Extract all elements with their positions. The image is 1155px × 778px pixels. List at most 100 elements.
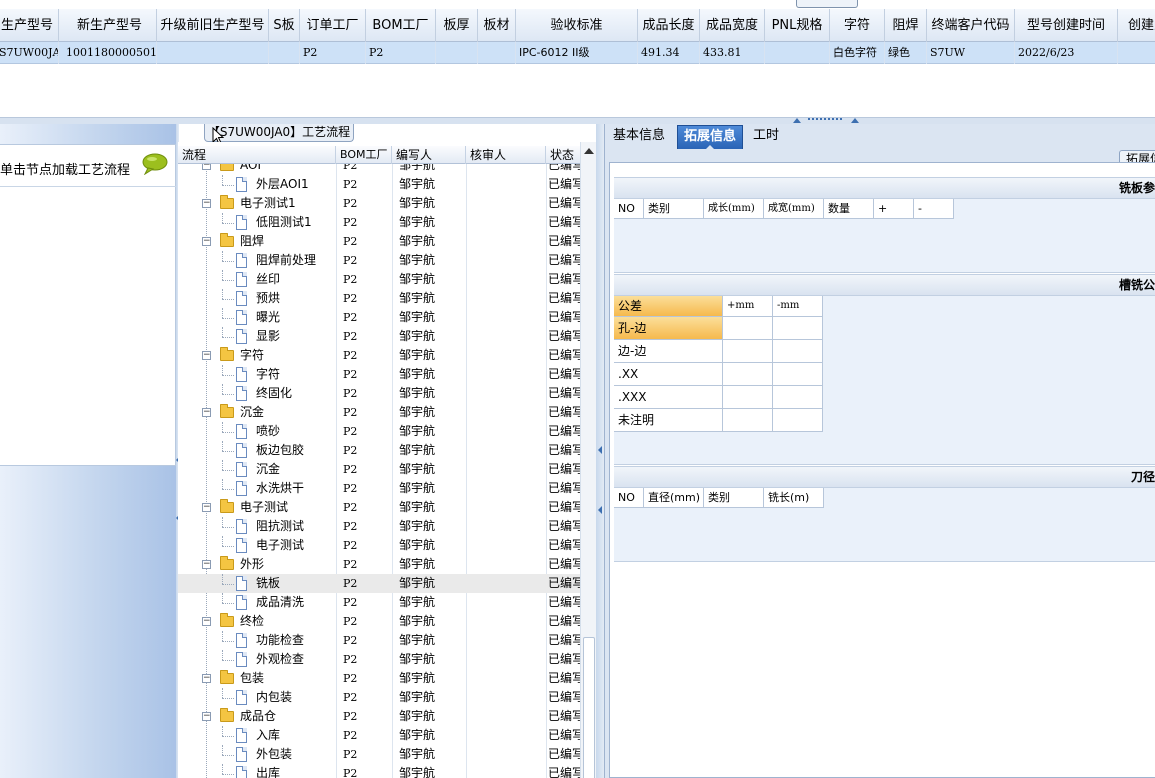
column-header-finished-length[interactable]: 成品长度: [638, 9, 700, 42]
cell-board-thickness[interactable]: [436, 42, 478, 64]
column-header-prod-model[interactable]: 生产型号: [0, 9, 59, 42]
tolerance-row-label[interactable]: 未注明: [614, 409, 723, 432]
tree-step-row[interactable]: 外层AOI1 P2 邹宇航 已编写: [178, 175, 580, 194]
tree-step-row[interactable]: 出库 P2 邹宇航 已编写: [178, 764, 580, 778]
column-header-pnl-spec[interactable]: PNL规格: [765, 9, 830, 42]
column-header-diameter[interactable]: 直径(mm): [644, 488, 704, 508]
cell-finished-width[interactable]: 433.81: [700, 42, 765, 64]
scrollbar-thumb[interactable]: [583, 637, 595, 778]
column-header-flow[interactable]: 流程: [178, 146, 336, 164]
column-header-category[interactable]: 类别: [704, 488, 764, 508]
column-header-acceptance-standard[interactable]: 验收标准: [516, 9, 638, 42]
tree-step-row[interactable]: 预烘 P2 邹宇航 已编写: [178, 289, 580, 308]
tree-group-row[interactable]: − 包装 P2 邹宇航 已编写: [178, 669, 580, 688]
cell-created-time[interactable]: 2022/6/23: [1015, 42, 1118, 64]
cell-new-prod-model[interactable]: 10011800005014: [63, 42, 157, 64]
tree-step-row[interactable]: 低阻测试1 P2 邹宇航 已编写: [178, 213, 580, 232]
collapse-icon[interactable]: −: [202, 674, 211, 683]
tab-basic-info[interactable]: 基本信息: [607, 125, 671, 149]
column-header-finished-width[interactable]: 成品宽度: [700, 9, 765, 42]
column-header-checker[interactable]: 核审人: [466, 146, 546, 164]
cell-prod-model[interactable]: S7UW00JA0: [0, 42, 59, 64]
tree-step-row[interactable]: 铣板 P2 邹宇航 已编写: [178, 574, 580, 593]
column-header-s-board[interactable]: S板: [269, 9, 300, 42]
column-header-minus[interactable]: -: [914, 199, 954, 219]
tree-step-row[interactable]: 板边包胶 P2 邹宇航 已编写: [178, 441, 580, 460]
collapse-icon[interactable]: −: [202, 560, 211, 569]
tolerance-minus-cell[interactable]: [773, 363, 823, 386]
splitter-grip[interactable]: [808, 118, 842, 120]
cell-old-prod-model[interactable]: [157, 42, 269, 64]
tree-step-row[interactable]: 电子测试 P2 邹宇航 已编写: [178, 536, 580, 555]
tree-step-row[interactable]: 沉金 P2 邹宇航 已编写: [178, 460, 580, 479]
column-header-order-factory[interactable]: 订单工厂: [300, 9, 366, 42]
cell-bom-factory[interactable]: P2: [366, 42, 436, 64]
tab-extended-info[interactable]: 拓展信息: [677, 125, 744, 150]
tree-step-row[interactable]: 外包装 P2 邹宇航 已编写: [178, 745, 580, 764]
tree-group-row[interactable]: − 成品仓 P2 邹宇航 已编写: [178, 707, 580, 726]
collapse-handle[interactable]: [796, 0, 858, 8]
tree-step-row[interactable]: 显影 P2 邹宇航 已编写: [178, 327, 580, 346]
collapse-icon[interactable]: −: [202, 503, 211, 512]
column-header-creator[interactable]: 创建人: [1118, 9, 1155, 42]
column-header-old-prod-model[interactable]: 升级前旧生产型号: [157, 9, 269, 42]
middle-splitter[interactable]: [596, 124, 604, 778]
tolerance-plus-cell[interactable]: [723, 386, 773, 409]
tree-group-row[interactable]: − 沉金 P2 邹宇航 已编写: [178, 403, 580, 422]
cell-acceptance-standard[interactable]: IPC-6012 II级: [516, 42, 638, 64]
column-header-solder-mask[interactable]: 阻焊: [885, 9, 927, 42]
cell-s-board[interactable]: [269, 42, 300, 64]
tolerance-minus-cell[interactable]: [773, 317, 823, 340]
tree-step-row[interactable]: 成品清洗 P2 邹宇航 已编写: [178, 593, 580, 612]
splitter-arrow-icon[interactable]: [598, 506, 602, 514]
column-header-plus[interactable]: +: [874, 199, 914, 219]
cell-legend[interactable]: 白色字符: [830, 42, 885, 64]
tree-group-row[interactable]: − 字符 P2 邹宇航 已编写: [178, 346, 580, 365]
tree-step-row[interactable]: 喷砂 P2 邹宇航 已编写: [178, 422, 580, 441]
tree-group-row[interactable]: − 终检 P2 邹宇航 已编写: [178, 612, 580, 631]
product-grid-selected-row[interactable]: S7UW00JA010011800005014P2P2IPC-6012 II级4…: [0, 42, 1155, 64]
cell-finished-length[interactable]: 491.34: [638, 42, 700, 64]
collapse-icon[interactable]: −: [202, 199, 211, 208]
tolerance-plus-cell[interactable]: [723, 317, 773, 340]
column-header-width[interactable]: 成宽(mm): [764, 199, 824, 219]
tree-group-row[interactable]: − 外形 P2 邹宇航 已编写: [178, 555, 580, 574]
tolerance-row-label[interactable]: 边-边: [614, 340, 723, 363]
splitter-arrow-icon[interactable]: [598, 446, 602, 454]
tolerance-row-label[interactable]: 孔-边: [614, 317, 723, 340]
tree-group-row[interactable]: − 电子测试1 P2 邹宇航 已编写: [178, 194, 580, 213]
tree-step-row[interactable]: 内包装 P2 邹宇航 已编写: [178, 688, 580, 707]
column-header-quantity[interactable]: 数量: [824, 199, 874, 219]
column-header-no[interactable]: NO: [614, 199, 644, 219]
column-header-writer[interactable]: 编写人: [392, 146, 466, 164]
tree-step-row[interactable]: 丝印 P2 邹宇航 已编写: [178, 270, 580, 289]
tolerance-plus-cell[interactable]: [723, 340, 773, 363]
tree-step-row[interactable]: 功能检查 P2 邹宇航 已编写: [178, 631, 580, 650]
collapse-icon[interactable]: −: [202, 408, 211, 417]
tree-step-row[interactable]: 阻焊前处理 P2 邹宇航 已编写: [178, 251, 580, 270]
tolerance-row-label[interactable]: .XX: [614, 363, 723, 386]
collapse-icon[interactable]: −: [202, 617, 211, 626]
collapse-icon[interactable]: −: [202, 237, 211, 246]
cell-creator[interactable]: [1118, 42, 1155, 64]
tolerance-row-label[interactable]: .XXX: [614, 386, 723, 409]
tolerance-minus-cell[interactable]: [773, 386, 823, 409]
column-header-bom-factory[interactable]: BOM工厂: [366, 9, 436, 42]
splitter-up-arrow-icon[interactable]: [851, 118, 859, 123]
tolerance-plus-cell[interactable]: [723, 409, 773, 432]
tree-scrollbar[interactable]: [580, 142, 596, 778]
column-header-category[interactable]: 类别: [644, 199, 704, 219]
tree-group-row[interactable]: − 电子测试 P2 邹宇航 已编写: [178, 498, 580, 517]
column-header-board-material[interactable]: 板材: [478, 9, 516, 42]
tree-step-row[interactable]: 阻抗测试 P2 邹宇航 已编写: [178, 517, 580, 536]
cell-order-factory[interactable]: P2: [300, 42, 366, 64]
splitter-up-arrow-icon[interactable]: [793, 118, 801, 123]
column-header-created-time[interactable]: 型号创建时间: [1015, 9, 1118, 42]
column-header-status[interactable]: 状态: [546, 146, 580, 164]
column-header-customer-code[interactable]: 终端客户代码: [927, 9, 1015, 42]
tree-step-row[interactable]: 水洗烘干 P2 邹宇航 已编写: [178, 479, 580, 498]
cell-customer-code[interactable]: S7UW: [927, 42, 1015, 64]
tree-step-row[interactable]: 终固化 P2 邹宇航 已编写: [178, 384, 580, 403]
tree-step-row[interactable]: 字符 P2 邹宇航 已编写: [178, 365, 580, 384]
tree-group-row[interactable]: − 阻焊 P2 邹宇航 已编写: [178, 232, 580, 251]
